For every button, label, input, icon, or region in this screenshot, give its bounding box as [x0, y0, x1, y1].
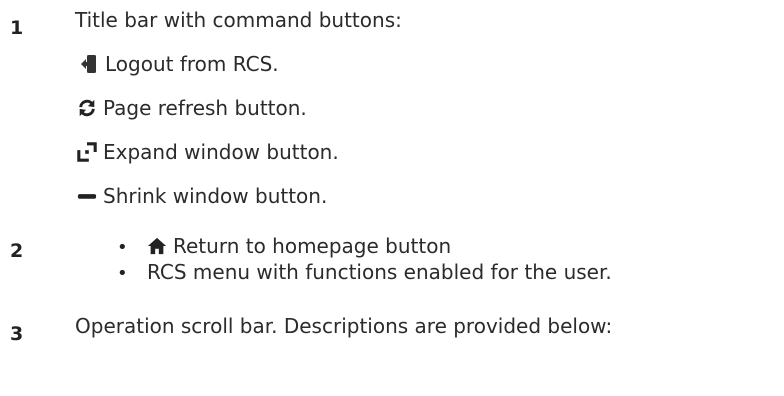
- item-1-title: Title bar with command buttons:: [75, 8, 402, 32]
- refresh-icon: [77, 97, 97, 119]
- expand-window-label: Expand window button.: [103, 140, 339, 164]
- item-3-title: Operation scroll bar. Descriptions are p…: [75, 314, 613, 338]
- rcs-menu-label: RCS menu with functions enabled for the …: [147, 260, 612, 284]
- logout-icon: [79, 53, 99, 75]
- shrink-window-icon: [77, 185, 97, 207]
- refresh-label: Page refresh button.: [103, 96, 307, 120]
- item-number-2: 2: [10, 240, 24, 262]
- bullet-marker: •: [117, 263, 128, 284]
- shrink-window-label: Shrink window button.: [103, 184, 328, 208]
- shrink-window-description: Shrink window button.: [77, 184, 327, 208]
- item-number-3: 3: [10, 323, 24, 345]
- home-icon: [147, 235, 167, 257]
- logout-description: Logout from RCS.: [79, 52, 279, 76]
- refresh-description: Page refresh button.: [77, 96, 307, 120]
- logout-label: Logout from RCS.: [105, 52, 279, 76]
- home-description: Return to homepage button: [147, 234, 451, 258]
- home-label: Return to homepage button: [173, 234, 452, 258]
- expand-window-icon: [77, 141, 97, 163]
- bullet-marker: •: [117, 237, 128, 258]
- expand-window-description: Expand window button.: [77, 140, 339, 164]
- item-number-1: 1: [10, 17, 24, 39]
